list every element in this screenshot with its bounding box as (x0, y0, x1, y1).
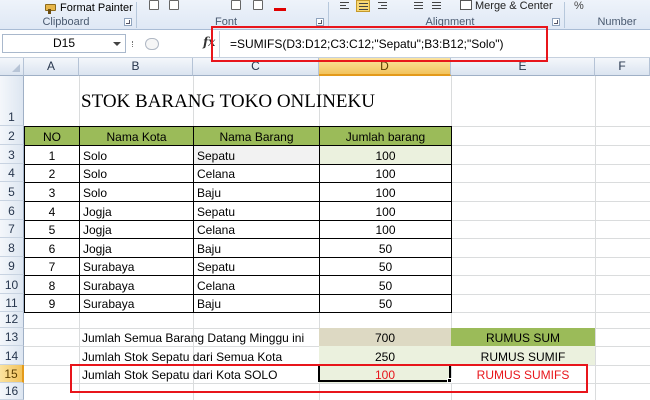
cell-qty[interactable]: 50 (319, 275, 452, 295)
summary-value-sum[interactable]: 700 (319, 328, 451, 346)
cell-city[interactable]: Surabaya (79, 257, 194, 276)
header-item[interactable]: Nama Barang (193, 126, 320, 146)
rumus-sumif-label[interactable]: RUMUS SUMIF (451, 346, 595, 365)
cell-no[interactable]: 2 (24, 164, 80, 183)
cell-item[interactable]: Sepatu (193, 145, 320, 165)
outdent-icon[interactable] (430, 0, 444, 12)
summary-value-sumif[interactable]: 250 (319, 346, 451, 365)
resize-handle[interactable] (132, 41, 134, 47)
cell-item[interactable]: Baju (193, 294, 320, 313)
row-header-2[interactable]: 2 (0, 126, 24, 145)
format-painter-label: Format Painter (60, 2, 133, 14)
cell-qty[interactable]: 50 (319, 238, 452, 258)
row-header-9[interactable]: 9 (0, 257, 24, 275)
row-header-13[interactable]: 13 (0, 328, 24, 346)
formula-highlight-box (211, 26, 548, 62)
cell-no[interactable]: 8 (24, 275, 80, 295)
align-left-icon[interactable] (338, 0, 352, 12)
merge-center-button[interactable]: Merge & Center (460, 0, 553, 12)
cell-city[interactable]: Jogja (79, 220, 194, 239)
cell-city[interactable]: Solo (79, 164, 194, 183)
cell-qty[interactable]: 50 (319, 257, 452, 276)
cell-no[interactable]: 4 (24, 201, 80, 221)
cell-item[interactable]: Celana (193, 275, 320, 295)
row-header-4[interactable]: 4 (0, 164, 24, 182)
row-header-1[interactable]: 1 (0, 76, 24, 126)
cell-qty[interactable]: 100 (319, 220, 452, 239)
indent-icon[interactable] (412, 0, 426, 12)
row-header-3[interactable]: 3 (0, 145, 24, 164)
border-icon[interactable] (228, 0, 242, 12)
format-painter-button[interactable]: Format Painter (44, 1, 133, 15)
cell-city[interactable]: Jogja (79, 201, 194, 221)
group-separator (328, 2, 329, 28)
font-launcher-icon[interactable] (316, 18, 324, 26)
header-no[interactable]: NO (24, 126, 80, 146)
row-highlight-box (70, 364, 588, 393)
cell-qty[interactable]: 100 (319, 182, 452, 202)
paintbrush-icon (44, 3, 56, 14)
cell-item[interactable]: Baju (193, 182, 320, 202)
cell-item[interactable]: Celana (193, 164, 320, 183)
cell-no[interactable]: 9 (24, 294, 80, 313)
name-box[interactable]: D15 (2, 34, 126, 53)
cell-item[interactable]: Sepatu (193, 201, 320, 221)
chevron-down-icon[interactable] (113, 42, 121, 46)
number-group-label: Number (597, 16, 637, 28)
column-header-a[interactable]: A (24, 58, 79, 76)
cell-city[interactable]: Surabaya (79, 275, 194, 295)
row-header-16[interactable]: 16 (0, 383, 24, 400)
sheet-title[interactable]: STOK BARANG TOKO ONLINEKU (81, 91, 375, 113)
cell-item[interactable]: Baju (193, 238, 320, 258)
header-city[interactable]: Nama Kota (79, 126, 194, 146)
alignment-launcher-icon[interactable] (552, 18, 560, 26)
row-header-14[interactable]: 14 (0, 346, 24, 365)
group-separator (564, 2, 565, 28)
summary-label-sum[interactable]: Jumlah Semua Barang Datang Minggu ini (79, 328, 319, 346)
align-center-icon[interactable] (356, 0, 370, 12)
column-header-b[interactable]: B (79, 58, 193, 76)
font-size-down-icon[interactable] (166, 0, 180, 12)
cell-city[interactable]: Jogja (79, 238, 194, 258)
fill-color-icon[interactable] (250, 0, 264, 12)
percent-style-button[interactable]: % (574, 0, 584, 12)
row-header-8[interactable]: 8 (0, 238, 24, 257)
row-header-12[interactable]: 12 (0, 312, 24, 328)
cell-item[interactable]: Celana (193, 220, 320, 239)
cell-city[interactable]: Solo (79, 145, 194, 165)
cell-no[interactable]: 5 (24, 220, 80, 239)
column-header-f[interactable]: F (595, 58, 650, 76)
cell-no[interactable]: 6 (24, 238, 80, 258)
cell-no[interactable]: 7 (24, 257, 80, 276)
align-right-icon[interactable] (376, 0, 390, 12)
row-header-15[interactable]: 15 (0, 365, 24, 383)
cell-no[interactable]: 1 (24, 145, 80, 165)
font-color-icon[interactable] (274, 8, 286, 11)
row-header-5[interactable]: 5 (0, 182, 24, 201)
header-qty[interactable]: Jumlah barang (319, 126, 452, 146)
row-header-11[interactable]: 11 (0, 294, 24, 312)
cell-no[interactable]: 3 (24, 182, 80, 202)
cell-qty[interactable]: 100 (319, 164, 452, 183)
font-size-up-icon[interactable] (146, 0, 160, 12)
row-header-6[interactable]: 6 (0, 201, 24, 220)
cell-qty[interactable]: 100 (319, 145, 452, 165)
group-separator (136, 2, 137, 28)
summary-label-sumif[interactable]: Jumlah Stok Sepatu dari Semua Kota (79, 346, 319, 365)
formula-toggle-icon[interactable] (145, 38, 159, 50)
cell-qty[interactable]: 100 (319, 201, 452, 221)
rumus-sum-label[interactable]: RUMUS SUM (451, 328, 595, 346)
select-all-corner[interactable] (0, 58, 24, 76)
cell-item[interactable]: Sepatu (193, 257, 320, 276)
row-header-10[interactable]: 10 (0, 275, 24, 294)
cell-city[interactable]: Surabaya (79, 294, 194, 313)
cell-city[interactable]: Solo (79, 182, 194, 202)
clipboard-group-label: Clipboard (42, 16, 90, 28)
clipboard-launcher-icon[interactable] (124, 18, 132, 26)
row-header-7[interactable]: 7 (0, 220, 24, 238)
cell-qty[interactable]: 50 (319, 294, 452, 313)
